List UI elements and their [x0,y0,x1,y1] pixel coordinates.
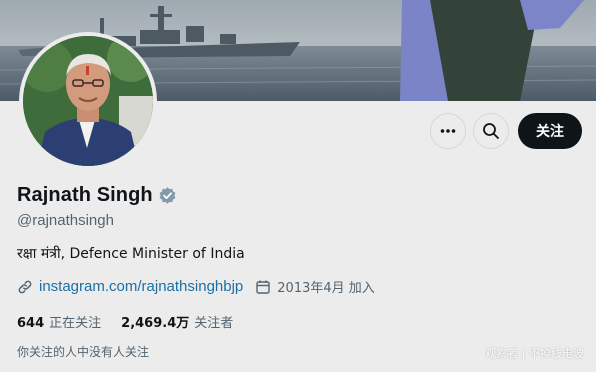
search-icon [483,123,499,139]
search-button[interactable] [473,113,509,149]
following-count: 644 [17,316,45,331]
avatar[interactable] [19,32,157,170]
following-label: 正在关注 [49,316,102,331]
bio: रक्षा मंत्री, Defence Minister of India [17,246,245,262]
name-row: Rajnath Singh [17,184,177,207]
following-stat[interactable]: 644 正在关注 [17,312,101,331]
handle: @rajnathsingh [17,212,114,229]
follow-button[interactable]: 关注 [518,113,582,149]
mutual-followers-note: 你关注的人中没有人关注 [17,345,150,359]
profile-meta: instagram.com/rajnathsinghbjp 2013年4月 加入 [17,277,375,296]
followers-stat[interactable]: 2,469.4万 关注者 [121,312,233,331]
more-dots-icon [440,129,456,133]
followers-label: 关注者 [194,316,234,331]
profile-link[interactable]: instagram.com/rajnathsinghbjp [39,278,243,295]
follow-button-label: 关注 [536,124,564,140]
followers-count: 2,469.4万 [121,316,190,331]
follow-stats: 644 正在关注 2,469.4万 关注者 [17,312,233,331]
more-button[interactable] [430,113,466,149]
avatar-photo [23,36,153,166]
calendar-icon [256,280,270,294]
verified-badge-icon[interactable] [158,186,177,205]
joined-date: 2013年4月 加入 [277,281,375,296]
link-icon [18,280,32,293]
display-name: Rajnath Singh [17,184,153,206]
watermark: 观察者 | 不掉线电波 [485,347,584,360]
